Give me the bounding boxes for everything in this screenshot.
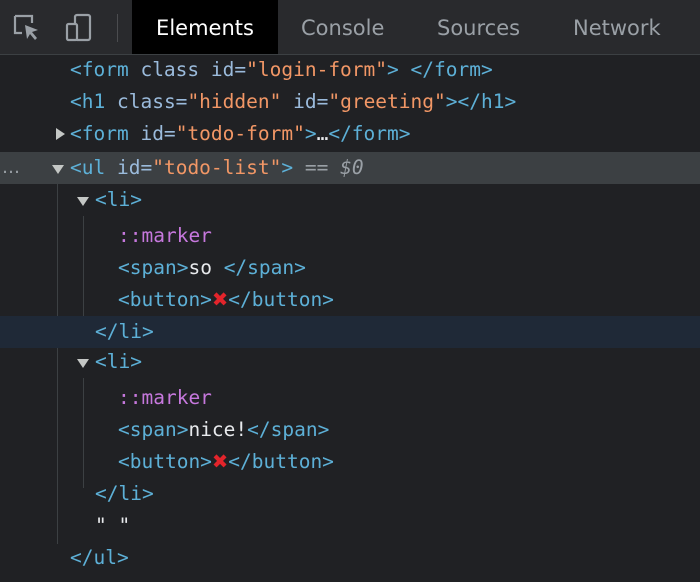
attr-value: "login-form"	[246, 58, 388, 81]
collapsed-ellipsis[interactable]: …	[317, 122, 329, 145]
tag-open: <form	[70, 122, 129, 145]
dom-node-li-close-hovered[interactable]: </li>	[0, 316, 700, 348]
dom-node-ul-close[interactable]: </ul>	[0, 542, 700, 574]
tag-open: <li>	[95, 188, 142, 211]
tag-close: </ul>	[70, 546, 129, 569]
inspect-element-icon[interactable]	[12, 13, 42, 43]
dom-node-button[interactable]: <button>✖</button>	[0, 446, 700, 478]
tag-close: </form>	[328, 122, 411, 145]
text-content: nice!	[188, 418, 248, 441]
tag-open: <h1	[70, 90, 106, 113]
pseudo-element: ::marker	[118, 386, 212, 409]
attr-name: id=	[116, 156, 153, 179]
cross-mark-icon: ✖	[211, 450, 229, 473]
tag-close: </span>	[247, 418, 330, 441]
attr-name: class	[140, 58, 200, 81]
cross-mark-icon: ✖	[211, 288, 229, 311]
text-content: so	[188, 256, 224, 279]
tag-open: <ul	[70, 156, 106, 179]
attr-name: id=	[140, 122, 176, 145]
tag-open: <li>	[95, 350, 142, 373]
attr-name: class=	[116, 90, 188, 113]
tab-sources[interactable]: Sources	[437, 0, 520, 54]
dom-node-span[interactable]: <span>nice!</span>	[0, 414, 700, 446]
tab-network[interactable]: Network	[573, 0, 661, 54]
devtools-toolbar: Elements Console Sources Network	[0, 0, 700, 55]
dom-node-login-form[interactable]: <form class id="login-form"> </form>	[0, 56, 700, 86]
tab-elements[interactable]: Elements	[132, 0, 278, 54]
dom-node-todo-list-selected[interactable]: … <ul id="todo-list"> == $0	[0, 152, 700, 184]
device-toolbar-icon[interactable]	[64, 13, 94, 43]
dom-node-button[interactable]: <button>✖</button>	[0, 284, 700, 316]
tag-close: </button>	[228, 450, 334, 473]
dom-node-span[interactable]: <span>so </span>	[0, 252, 700, 284]
tag-close: </li>	[95, 482, 154, 505]
dom-tree: <form class id="login-form"> </form> <h1…	[0, 56, 700, 582]
tag-close: >	[281, 156, 294, 179]
attr-value: "todo-form"	[175, 122, 305, 145]
tag-open: <form	[70, 58, 129, 81]
tag-open: <span>	[118, 418, 189, 441]
attr-name: id=	[210, 58, 247, 81]
collapse-arrow-icon[interactable]	[77, 197, 89, 206]
pseudo-element: ::marker	[118, 224, 212, 247]
tag-close: </li>	[95, 320, 154, 343]
attr-value: "todo-list"	[152, 156, 282, 179]
dom-node-text[interactable]: " "	[0, 510, 700, 542]
dom-node-li[interactable]: <li>	[0, 184, 700, 216]
attr-name: id=	[293, 90, 329, 113]
toolbar-separator	[117, 14, 118, 42]
collapse-arrow-icon[interactable]	[52, 165, 64, 174]
dom-node-li-close[interactable]: </li>	[0, 478, 700, 510]
dom-node-greeting[interactable]: <h1 class="hidden" id="greeting"></h1>	[0, 86, 700, 118]
tag-close: </button>	[228, 288, 334, 311]
attr-value: "greeting"	[328, 90, 446, 113]
dom-node-marker[interactable]: ::marker	[0, 382, 700, 414]
dom-node-li[interactable]: <li>	[0, 346, 700, 378]
tag-close: ></h1>	[445, 90, 517, 113]
expand-arrow-icon[interactable]	[56, 128, 65, 140]
attr-value: "hidden"	[187, 90, 282, 113]
tab-console[interactable]: Console	[301, 0, 384, 54]
tag-close: </span>	[223, 256, 306, 279]
tag-close: > </form>	[387, 58, 493, 81]
text-node: " "	[95, 514, 131, 537]
dom-node-marker[interactable]: ::marker	[0, 220, 700, 252]
tag-open: <span>	[118, 256, 189, 279]
tag-open: <button>	[118, 288, 212, 311]
dom-node-todo-form[interactable]: <form id="todo-form">…</form>	[0, 118, 700, 150]
selected-ref: $0	[340, 156, 364, 179]
tag-open: <button>	[118, 450, 212, 473]
selected-ref-eq: ==	[304, 156, 329, 179]
tag-close: >	[304, 122, 317, 145]
more-actions-icon[interactable]: …	[2, 152, 20, 184]
collapse-arrow-icon[interactable]	[77, 359, 89, 368]
